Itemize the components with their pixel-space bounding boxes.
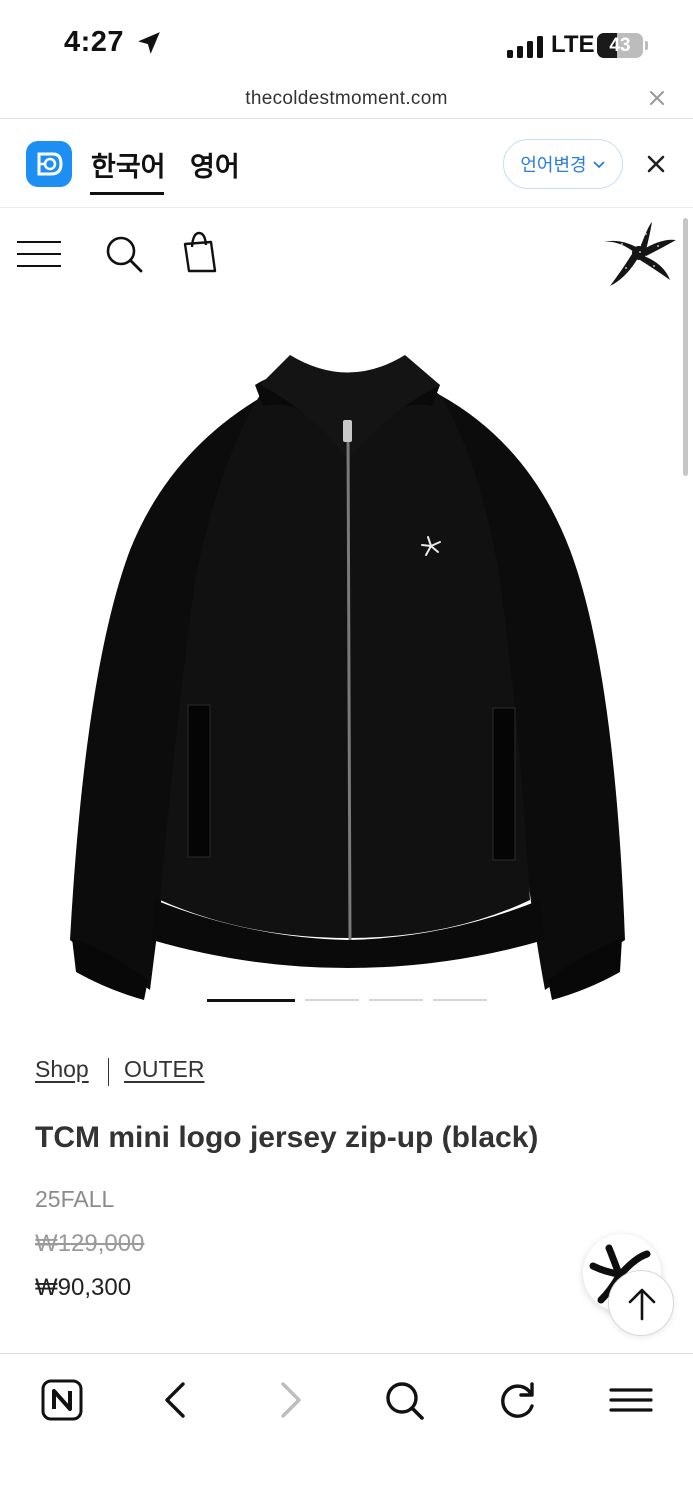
location-arrow-icon <box>138 32 160 54</box>
sale-price: ₩90,300 <box>35 1274 132 1301</box>
search-icon[interactable] <box>104 234 144 274</box>
forward-icon[interactable] <box>267 1376 315 1424</box>
status-bar: 4:27 LTE 43 <box>0 0 693 82</box>
status-time: 4:27 <box>64 26 125 58</box>
tab-english[interactable]: 영어 <box>190 145 240 184</box>
battery-nub <box>645 41 648 50</box>
breadcrumb-separator <box>108 1058 109 1086</box>
chevron-down-icon <box>592 161 605 169</box>
url-bar[interactable]: thecoldestmoment.com <box>0 82 693 119</box>
active-tab-underline <box>90 192 164 195</box>
scroll-to-top-button[interactable] <box>608 1270 674 1336</box>
papago-logo-icon <box>26 141 72 187</box>
slide-indicator-4[interactable] <box>433 999 487 1001</box>
slide-indicator-1[interactable] <box>207 999 295 1002</box>
breadcrumb-shop-link[interactable]: Shop <box>35 1056 89 1083</box>
close-icon[interactable] <box>648 89 666 107</box>
site-header <box>0 208 693 303</box>
reload-icon[interactable] <box>494 1376 542 1424</box>
browser-toolbar <box>0 1353 693 1500</box>
image-slider-indicator <box>0 999 693 1003</box>
slide-indicator-2[interactable] <box>305 999 359 1001</box>
naver-icon[interactable] <box>38 1376 86 1424</box>
page-scrollbar[interactable] <box>683 218 688 476</box>
back-icon[interactable] <box>151 1376 199 1424</box>
change-language-button[interactable]: 언어변경 <box>503 139 623 189</box>
toolbar-menu-icon[interactable] <box>607 1376 655 1424</box>
starfish-logo[interactable] <box>600 220 676 286</box>
network-label: LTE <box>551 31 595 58</box>
jacket-image <box>70 355 625 1000</box>
arrow-up-icon <box>628 1288 656 1321</box>
menu-icon[interactable] <box>16 240 62 268</box>
url-text[interactable]: thecoldestmoment.com <box>0 88 693 110</box>
translate-bar: 한국어 영어 언어변경 <box>0 119 693 208</box>
tab-korean[interactable]: 한국어 <box>91 145 166 184</box>
battery-percent: 43 <box>609 35 631 56</box>
original-price: ₩129,000 <box>35 1230 145 1257</box>
battery-icon: 43 <box>597 33 643 58</box>
slide-indicator-3[interactable] <box>369 999 423 1001</box>
shopping-bag-icon[interactable] <box>180 230 220 274</box>
breadcrumb-outer-link[interactable]: OUTER <box>124 1056 205 1083</box>
product-title: TCM mini logo jersey zip-up (black) <box>35 1121 539 1154</box>
signal-icon <box>507 36 543 58</box>
change-language-label: 언어변경 <box>520 155 587 175</box>
close-translate-icon[interactable] <box>645 153 667 175</box>
product-season: 25FALL <box>35 1186 115 1212</box>
product-image[interactable] <box>60 340 635 1000</box>
toolbar-search-icon[interactable] <box>380 1376 428 1424</box>
